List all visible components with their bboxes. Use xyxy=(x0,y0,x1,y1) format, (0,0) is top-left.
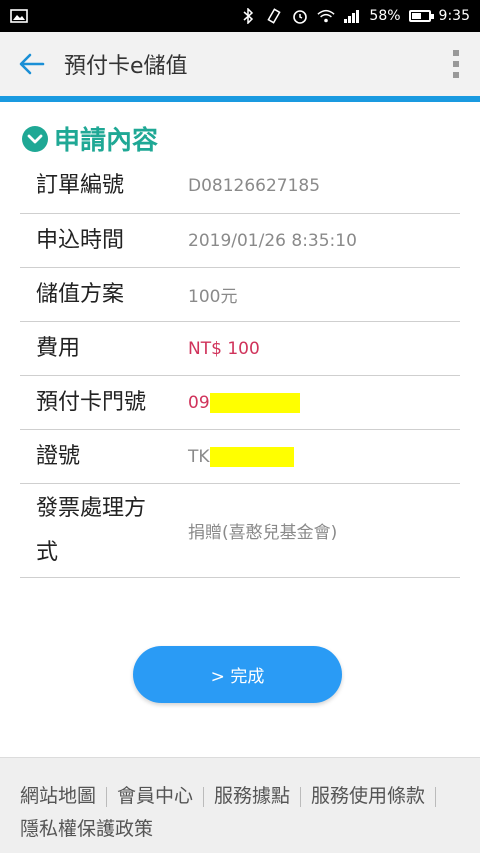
footer-link-sitemap[interactable]: 網站地圖 xyxy=(20,785,96,807)
row-value: TK xyxy=(188,446,460,467)
row-label: 訂單編號 xyxy=(36,173,125,198)
row-label: 發票處理方式 xyxy=(36,495,147,565)
more-dot xyxy=(453,50,459,56)
main-content: 申請內容 訂單編號 D08126627185 申込時間 2019/01/26 8… xyxy=(0,102,480,757)
row-apply-time: 申込時間 2019/01/26 8:35:10 xyxy=(20,214,460,268)
more-menu-button[interactable] xyxy=(432,32,480,96)
clock: 9:35 xyxy=(438,8,470,24)
wifi-icon xyxy=(317,8,335,24)
back-button[interactable] xyxy=(0,32,64,96)
row-label: 費用 xyxy=(36,336,81,361)
row-value: D08126627185 xyxy=(188,175,321,196)
footer-link-privacy[interactable]: 隱私權保護政策 xyxy=(20,818,153,840)
row-fee: 費用 NT$ 100 xyxy=(20,322,460,376)
footer-link-member-center[interactable]: 會員中心 xyxy=(117,785,193,807)
row-value: 捐贈(喜憨兒基金會) xyxy=(188,523,338,543)
divider xyxy=(203,786,205,807)
page-title: 預付卡e儲值 xyxy=(64,54,188,79)
detail-list: 訂單編號 D08126627185 申込時間 2019/01/26 8:35:1… xyxy=(20,158,460,578)
row-value: 100元 xyxy=(188,287,238,307)
section-title: 申請內容 xyxy=(54,126,159,156)
battery-percent: 58% xyxy=(369,8,401,24)
row-order-number: 訂單編號 D08126627185 xyxy=(20,158,460,214)
row-label: 證號 xyxy=(36,444,81,469)
row-value: 2019/01/26 8:35:10 xyxy=(188,230,357,251)
chevron-check-icon xyxy=(22,125,48,152)
footer-links: 網站地圖 會員中心 服務據點 服務使用條款隱私權保護政策 xyxy=(0,757,480,853)
footer-link-terms[interactable]: 服務使用條款 xyxy=(311,785,425,807)
status-bar: 58% 9:35 xyxy=(0,0,480,32)
row-invoice-method: 發票處理方式 捐贈(喜憨兒基金會) xyxy=(20,484,460,578)
row-label: 預付卡門號 xyxy=(36,390,147,415)
redaction-mask xyxy=(209,392,300,413)
row-id-number: 證號 TK xyxy=(20,430,460,484)
id-prefix: TK xyxy=(188,446,210,467)
redaction-mask xyxy=(209,446,294,467)
divider xyxy=(435,786,437,807)
row-label: 申込時間 xyxy=(36,228,125,253)
vibrate-icon xyxy=(265,8,283,24)
row-label: 儲值方案 xyxy=(36,282,125,307)
row-value: 09 xyxy=(188,392,460,413)
footer-link-service-locations[interactable]: 服務據點 xyxy=(214,785,290,807)
row-topup-plan: 儲值方案 100元 xyxy=(20,268,460,322)
done-button[interactable]: > 完成 xyxy=(133,646,342,703)
bluetooth-icon xyxy=(239,8,257,24)
app-bar: 預付卡e儲值 xyxy=(0,32,480,96)
back-arrow-icon xyxy=(19,53,45,75)
divider xyxy=(300,786,302,807)
battery-icon xyxy=(408,10,434,22)
divider xyxy=(106,786,108,807)
row-prepaid-number: 預付卡門號 09 xyxy=(20,376,460,430)
more-dot xyxy=(453,61,459,67)
phone-prefix: 09 xyxy=(188,392,210,413)
more-dot xyxy=(453,72,459,78)
signal-icon xyxy=(343,8,361,24)
gallery-icon xyxy=(10,8,28,24)
row-value: NT$ 100 xyxy=(188,338,260,359)
alarm-icon xyxy=(291,8,309,24)
section-header: 申請內容 xyxy=(22,120,158,157)
